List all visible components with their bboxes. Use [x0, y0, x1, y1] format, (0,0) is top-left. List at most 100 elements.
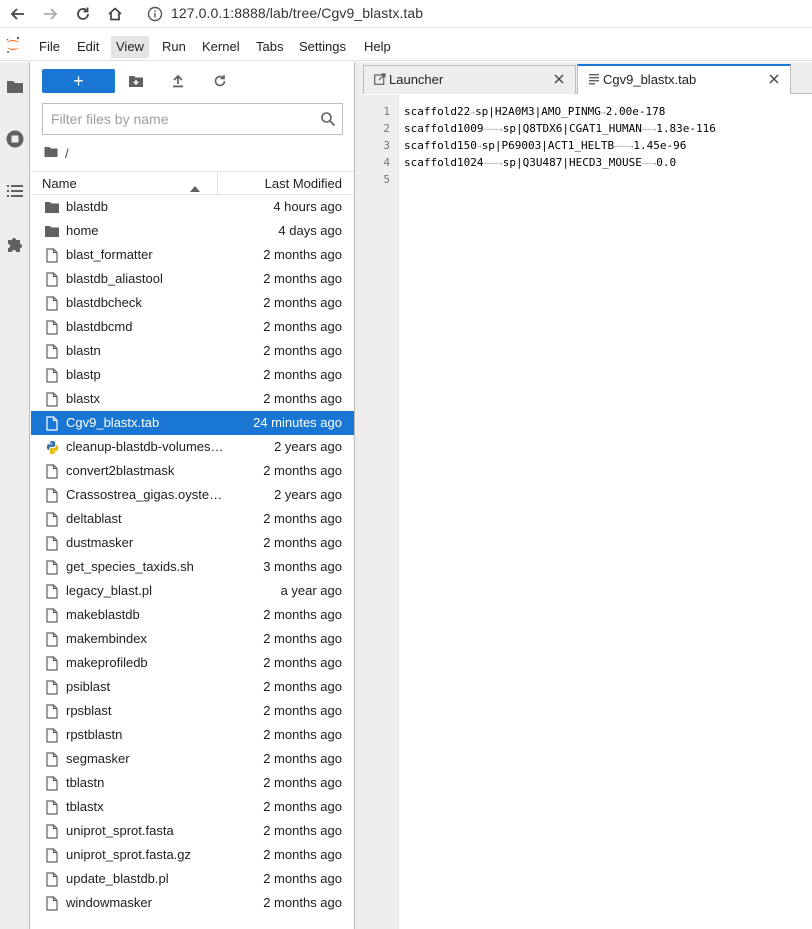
file-name: blastx — [66, 391, 100, 406]
reload-icon[interactable] — [72, 3, 94, 25]
code-line: scaffold22→sp|H2A0M3|AMO_PINMG→2.00e-178 — [404, 105, 665, 118]
line-number: 4 — [383, 156, 390, 169]
code-column: scaffold150 — [404, 139, 477, 152]
menu-help[interactable]: Help — [364, 39, 391, 59]
menu-run[interactable]: Run — [162, 39, 186, 59]
tab-launcher[interactable]: Launcher — [363, 65, 576, 94]
file-row[interactable]: update_blastdb.pl 2 months ago — [31, 867, 354, 891]
file-row[interactable]: blastn 2 months ago — [31, 339, 354, 363]
file-modified: 2 months ago — [263, 679, 342, 694]
column-divider[interactable] — [217, 172, 218, 194]
forward-icon[interactable] — [39, 3, 61, 25]
file-row[interactable]: uniprot_sprot.fasta 2 months ago — [31, 819, 354, 843]
menu-settings[interactable]: Settings — [299, 39, 346, 59]
folder-icon[interactable] — [4, 75, 26, 97]
code-column: scaffold1024 — [404, 156, 484, 169]
refresh-icon[interactable] — [210, 71, 230, 91]
file-row[interactable]: tblastn 2 months ago — [31, 771, 354, 795]
file-modified: 2 months ago — [263, 751, 342, 766]
menu-edit[interactable]: Edit — [77, 39, 99, 59]
file-icon — [44, 295, 60, 311]
file-modified: 2 months ago — [263, 775, 342, 790]
back-icon[interactable] — [7, 3, 29, 25]
file-row[interactable]: makembindex 2 months ago — [31, 627, 354, 651]
file-row[interactable]: tblastx 2 months ago — [31, 795, 354, 819]
filter-files-input[interactable] — [51, 111, 311, 127]
running-kernels-icon[interactable] — [4, 128, 26, 150]
panel-splitter[interactable] — [355, 62, 362, 929]
column-header-name[interactable]: Name — [42, 176, 77, 191]
file-icon — [44, 247, 60, 263]
close-icon[interactable] — [553, 73, 565, 88]
tab-cgv9-blastx[interactable]: Cgv9_blastx.tab — [577, 64, 791, 94]
file-row[interactable]: blastdbcheck 2 months ago — [31, 291, 354, 315]
code-column: sp|P69003|ACT1_HELTB — [481, 139, 615, 152]
file-name: blastp — [66, 367, 101, 382]
file-modified: 2 months ago — [263, 271, 342, 286]
file-row[interactable]: rpstblastn 2 months ago — [31, 723, 354, 747]
file-row[interactable]: blast_formatter 2 months ago — [31, 243, 354, 267]
column-header-last-modified[interactable]: Last Modified — [265, 176, 342, 191]
menu-tabs[interactable]: Tabs — [256, 39, 283, 59]
file-icon — [44, 535, 60, 551]
close-icon[interactable] — [768, 73, 780, 88]
table-of-contents-icon[interactable] — [4, 180, 26, 202]
breadcrumb-root[interactable]: / — [65, 146, 69, 161]
file-row[interactable]: makeblastdb 2 months ago — [31, 603, 354, 627]
file-row[interactable]: blastdb 4 hours ago — [31, 195, 354, 219]
file-row[interactable]: Cgv9_blastx.tab 24 minutes ago — [31, 411, 354, 435]
file-modified: 4 days ago — [278, 223, 342, 238]
file-modified: 2 months ago — [263, 727, 342, 742]
home-icon[interactable] — [104, 3, 126, 25]
file-row[interactable]: legacy_blast.pl a year ago — [31, 579, 354, 603]
file-icon — [44, 583, 60, 599]
file-name: dustmasker — [66, 535, 134, 550]
file-modified: 2 months ago — [263, 367, 342, 382]
file-row[interactable]: blastdb_aliastool 2 months ago — [31, 267, 354, 291]
file-icon — [44, 871, 60, 887]
address-bar[interactable]: 127.0.0.1:8888/lab/tree/Cgv9_blastx.tab — [171, 5, 423, 21]
file-icon — [44, 511, 60, 527]
extension-puzzle-icon[interactable] — [4, 233, 26, 255]
file-icon — [44, 895, 60, 911]
file-row[interactable]: uniprot_sprot.fasta.gz 2 months ago — [31, 843, 354, 867]
code-line: scaffold1009───→sp|Q8TDX6|CGAT1_HUMAN──→… — [404, 122, 716, 135]
new-folder-icon[interactable] — [126, 71, 146, 91]
new-launcher-button[interactable]: + — [42, 69, 115, 93]
file-row[interactable]: psiblast 2 months ago — [31, 675, 354, 699]
line-number: 5 — [383, 173, 390, 186]
file-row[interactable]: blastdbcmd 2 months ago — [31, 315, 354, 339]
file-row[interactable]: get_species_taxids.sh 3 months ago — [31, 555, 354, 579]
menu-view[interactable]: View — [111, 36, 149, 58]
file-name: makembindex — [66, 631, 147, 646]
file-row[interactable]: blastp 2 months ago — [31, 363, 354, 387]
file-row[interactable]: dustmasker 2 months ago — [31, 531, 354, 555]
site-info-icon[interactable] — [147, 6, 163, 27]
menu-kernel[interactable]: Kernel — [202, 39, 240, 59]
line-number: 1 — [383, 105, 390, 118]
text-editor[interactable]: 1 2 3 4 5 scaffold22→sp|H2A0M3|AMO_PINMG→2.0… — [362, 95, 812, 929]
code-column: 2.00e-178 — [605, 105, 666, 118]
file-row[interactable]: cleanup-blastdb-volumes.py 2 years ago — [31, 435, 354, 459]
code-column: sp|Q3U487|HECD3_MOUSE — [502, 156, 642, 169]
file-name: blastdbcmd — [66, 319, 133, 334]
file-row[interactable]: segmasker 2 months ago — [31, 747, 354, 771]
file-row[interactable]: Crassostrea_gigas.oyster_v9.pep.all.fa 2 … — [31, 483, 354, 507]
line-number: 2 — [383, 122, 390, 135]
menu-file[interactable]: File — [39, 39, 60, 59]
sort-ascending-icon[interactable] — [190, 180, 200, 195]
file-row[interactable]: convert2blastmask 2 months ago — [31, 459, 354, 483]
file-name: windowmasker — [66, 895, 152, 910]
file-row[interactable]: rpsblast 2 months ago — [31, 699, 354, 723]
file-row[interactable]: makeprofiledb 2 months ago — [31, 651, 354, 675]
upload-icon[interactable] — [168, 71, 188, 91]
file-icon — [44, 679, 60, 695]
file-row[interactable]: home 4 days ago — [31, 219, 354, 243]
file-row[interactable]: blastx 2 months ago — [31, 387, 354, 411]
file-row[interactable]: deltablast 2 months ago — [31, 507, 354, 531]
file-icon — [44, 343, 60, 359]
breadcrumb: / — [44, 144, 69, 162]
file-icon — [44, 703, 60, 719]
breadcrumb-folder-icon[interactable] — [44, 146, 58, 161]
file-row[interactable]: windowmasker 2 months ago — [31, 891, 354, 915]
